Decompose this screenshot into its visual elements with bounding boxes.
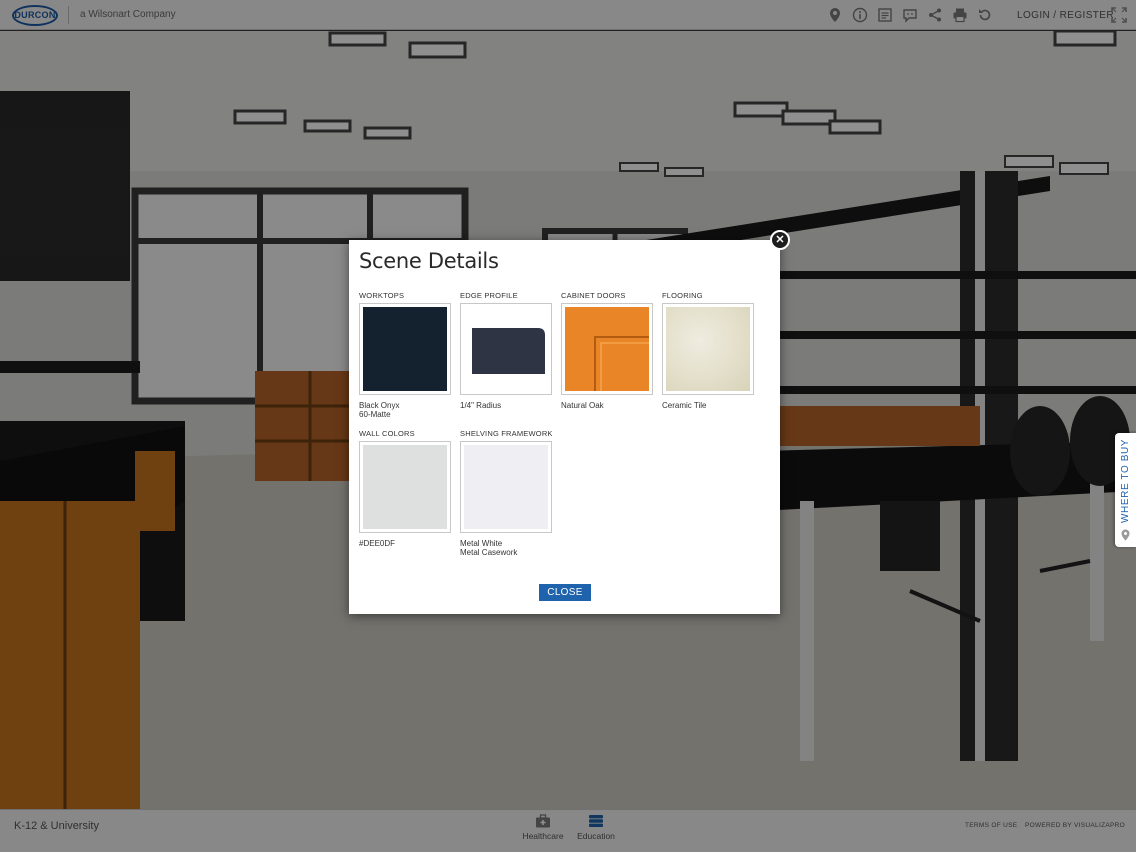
detail-value: Ceramic Tile	[662, 401, 707, 410]
edge-profile-swatch-frame[interactable]	[460, 303, 552, 395]
modal-title: Scene Details	[359, 249, 499, 273]
detail-label: WORKTOPS	[359, 291, 405, 300]
edge-profile-swatch	[464, 307, 548, 391]
detail-worktops: WORKTOPS Black Onyx 60-Matte	[359, 291, 451, 419]
flooring-swatch-frame[interactable]	[662, 303, 754, 395]
detail-value: Metal White Metal Casework	[460, 539, 518, 557]
detail-label: WALL COLORS	[359, 429, 415, 438]
detail-label: EDGE PROFILE	[460, 291, 518, 300]
worktops-swatch-frame[interactable]	[359, 303, 451, 395]
detail-value: Black Onyx 60-Matte	[359, 401, 400, 419]
detail-edge-profile: EDGE PROFILE 1/4" Radius	[460, 291, 552, 410]
wall-colors-swatch	[363, 445, 447, 529]
shelving-framework-swatch-frame[interactable]	[460, 441, 552, 533]
detail-wall-colors: WALL COLORS #DEE0DF	[359, 429, 451, 548]
detail-label: FLOORING	[662, 291, 703, 300]
close-button[interactable]: CLOSE	[539, 584, 591, 601]
shelving-framework-swatch	[464, 445, 548, 529]
cabinet-door-pattern	[594, 336, 649, 391]
cabinet-doors-swatch-frame[interactable]	[561, 303, 653, 395]
edge-profile-shape	[472, 328, 545, 374]
detail-label: CABINET DOORS	[561, 291, 626, 300]
detail-shelving-framework: SHELVING FRAMEWORK Metal White Metal Cas…	[460, 429, 552, 557]
where-to-buy-label: WHERE TO BUY	[1120, 438, 1131, 523]
scene-details-modal: Scene Details WORKTOPS Black Onyx 60-Mat…	[349, 240, 780, 614]
cabinet-doors-swatch	[565, 307, 649, 391]
detail-flooring: FLOORING Ceramic Tile	[662, 291, 754, 410]
flooring-swatch	[666, 307, 750, 391]
detail-label: SHELVING FRAMEWORK	[460, 429, 553, 438]
detail-value: #DEE0DF	[359, 539, 396, 548]
detail-value: Natural Oak	[561, 401, 604, 410]
wall-colors-swatch-frame[interactable]	[359, 441, 451, 533]
worktops-swatch	[363, 307, 447, 391]
modal-close-icon[interactable]: ✕	[770, 230, 790, 250]
location-pin-icon	[1121, 529, 1130, 541]
where-to-buy-tab[interactable]: WHERE TO BUY	[1115, 433, 1136, 547]
detail-cabinet-doors: CABINET DOORS Natural Oak	[561, 291, 653, 410]
detail-value: 1/4" Radius	[460, 401, 502, 410]
